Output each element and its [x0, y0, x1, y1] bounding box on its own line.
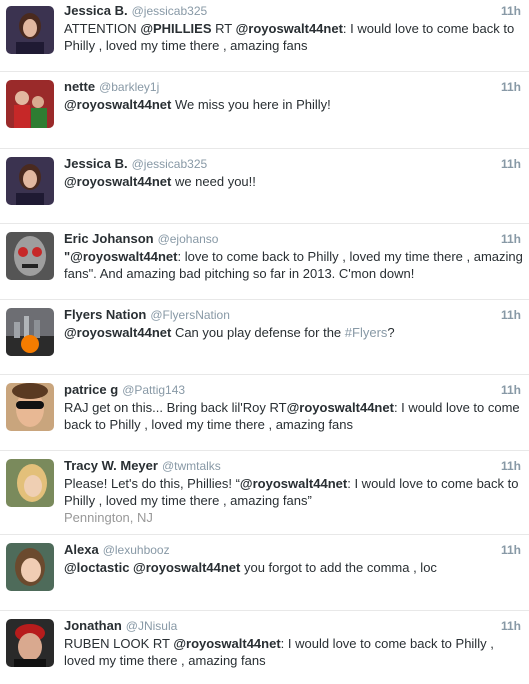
- tweet-author-handle[interactable]: @barkley1j: [99, 80, 159, 94]
- avatar[interactable]: [6, 157, 54, 205]
- tweet-text-segment: you forgot to add the comma , loc: [240, 560, 437, 575]
- mention-link[interactable]: @royoswalt44net: [64, 97, 171, 112]
- tweet-item[interactable]: patrice g @Pattig143 11h RAJ get on this.…: [0, 375, 529, 451]
- tweet-author-handle[interactable]: @jessicab325: [132, 4, 208, 18]
- tweet-author-handle[interactable]: @ejohanso: [158, 232, 219, 246]
- tweet-item[interactable]: Jessica B. @jessicab325 11h ATTENTION @PH…: [0, 0, 529, 72]
- tweet-text: Please! Let's do this, Phillies! “@royos…: [64, 475, 523, 509]
- tweet-text: RUBEN LOOK RT @royoswalt44net: I would l…: [64, 635, 523, 669]
- tweet-text-segment: Can you play defense for the: [171, 325, 345, 340]
- tweet-text-segment: we need you!!: [171, 174, 256, 189]
- tweet-timestamp[interactable]: 11h: [501, 381, 521, 399]
- mention-link[interactable]: @royoswalt44net: [133, 560, 240, 575]
- tweet-item[interactable]: Jessica B. @jessicab325 11h @royoswalt44n…: [0, 149, 529, 224]
- tweet-text-segment: RUBEN LOOK RT: [64, 636, 174, 651]
- avatar[interactable]: [6, 543, 54, 591]
- tweet-author-name[interactable]: Jessica B.: [64, 156, 128, 171]
- tweet-text-segment: RT: [211, 21, 236, 36]
- tweet-location: Pennington, NJ: [64, 510, 153, 525]
- tweet-timestamp[interactable]: 11h: [501, 230, 521, 248]
- tweet-author-name[interactable]: nette: [64, 79, 95, 94]
- mention-link[interactable]: "@royoswalt44net: [64, 249, 177, 264]
- tweet-timestamp[interactable]: 11h: [501, 457, 521, 475]
- avatar[interactable]: [6, 6, 54, 54]
- avatar[interactable]: [6, 232, 54, 280]
- tweet-text-segment: We miss you here in Philly!: [171, 97, 331, 112]
- tweet-item[interactable]: Flyers Nation @FlyersNation 11h @royoswal…: [0, 300, 529, 375]
- avatar[interactable]: [6, 308, 54, 356]
- tweet-author-handle[interactable]: @JNisula: [126, 619, 178, 633]
- tweet-item[interactable]: Jonathan @JNisula 11h RUBEN LOOK RT @royo…: [0, 611, 529, 684]
- tweet-author-name[interactable]: Jonathan: [64, 618, 122, 633]
- tweet-author-name[interactable]: Tracy W. Meyer: [64, 458, 158, 473]
- tweet-item[interactable]: Alexa @lexuhbooz 11h @loctastic @royoswal…: [0, 535, 529, 611]
- tweet-timestamp[interactable]: 11h: [501, 617, 521, 635]
- tweet-timestamp[interactable]: 11h: [501, 78, 521, 96]
- tweet-author-handle[interactable]: @twmtalks: [162, 459, 221, 473]
- tweet-text: @royoswalt44net We miss you here in Phil…: [64, 96, 523, 113]
- tweet-timestamp[interactable]: 11h: [501, 2, 521, 20]
- tweet-author-name[interactable]: Flyers Nation: [64, 307, 146, 322]
- avatar[interactable]: [6, 459, 54, 507]
- tweet-author-handle[interactable]: @jessicab325: [132, 157, 208, 171]
- tweet-timestamp[interactable]: 11h: [501, 155, 521, 173]
- tweet-timeline: Jessica B. @jessicab325 11h ATTENTION @PH…: [0, 0, 529, 684]
- mention-link[interactable]: @royoswalt44net: [236, 21, 343, 36]
- tweet-text: @royoswalt44net Can you play defense for…: [64, 324, 523, 341]
- mention-link[interactable]: @royoswalt44net: [240, 476, 347, 491]
- tweet-text: @royoswalt44net we need you!!: [64, 173, 523, 190]
- mention-link[interactable]: @loctastic: [64, 560, 129, 575]
- tweet-author-name[interactable]: Eric Johanson: [64, 231, 154, 246]
- mention-link[interactable]: @royoswalt44net: [173, 636, 280, 651]
- tweet-item[interactable]: Tracy W. Meyer @twmtalks 11h Please! Let'…: [0, 451, 529, 535]
- tweet-text: "@royoswalt44net: love to come back to P…: [64, 248, 523, 282]
- tweet-text-segment: Please! Let's do this, Phillies! “: [64, 476, 240, 491]
- mention-link[interactable]: @royoswalt44net: [287, 400, 394, 415]
- tweet-author-handle[interactable]: @FlyersNation: [150, 308, 230, 322]
- hashtag-link[interactable]: #Flyers: [345, 325, 388, 340]
- tweet-text: ATTENTION @PHILLIES RT @royoswalt44net: …: [64, 20, 523, 54]
- tweet-text: @loctastic @royoswalt44net you forgot to…: [64, 559, 523, 576]
- tweet-author-name[interactable]: Alexa: [64, 542, 99, 557]
- avatar[interactable]: [6, 383, 54, 431]
- tweet-item[interactable]: nette @barkley1j 11h @royoswalt44net We m…: [0, 72, 529, 149]
- avatar[interactable]: [6, 619, 54, 667]
- tweet-author-name[interactable]: Jessica B.: [64, 3, 128, 18]
- tweet-text-segment: ?: [387, 325, 395, 340]
- tweet-text-segment: ATTENTION: [64, 21, 141, 36]
- tweet-item[interactable]: Eric Johanson @ejohanso 11h "@royoswalt44…: [0, 224, 529, 300]
- mention-link[interactable]: @royoswalt44net: [64, 325, 171, 340]
- mention-link[interactable]: @PHILLIES: [140, 21, 211, 36]
- tweet-author-name[interactable]: patrice g: [64, 382, 118, 397]
- avatar[interactable]: [6, 80, 54, 128]
- tweet-author-handle[interactable]: @lexuhbooz: [103, 543, 170, 557]
- tweet-text: RAJ get on this... Bring back lil'Roy RT…: [64, 399, 523, 433]
- tweet-timestamp[interactable]: 11h: [501, 541, 521, 559]
- mention-link[interactable]: @royoswalt44net: [64, 174, 171, 189]
- tweet-text-segment: RAJ get on this... Bring back lil'Roy RT: [64, 400, 287, 415]
- tweet-timestamp[interactable]: 11h: [501, 306, 521, 324]
- tweet-author-handle[interactable]: @Pattig143: [122, 383, 185, 397]
